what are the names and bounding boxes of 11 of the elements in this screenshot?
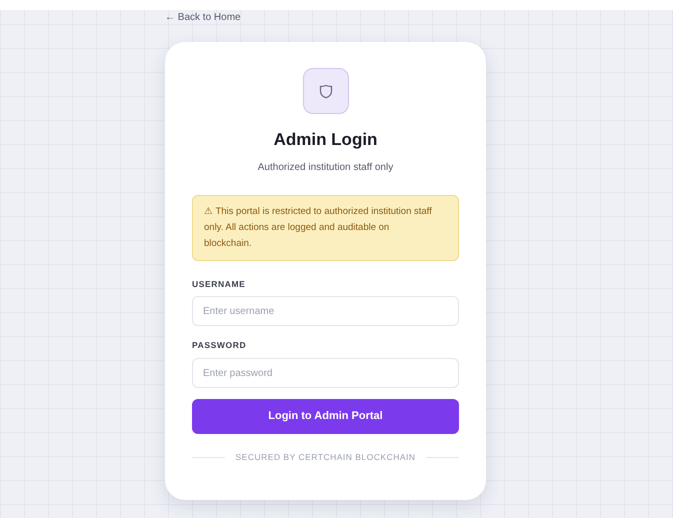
- username-field[interactable]: Enter username: [192, 296, 459, 326]
- warning-notice: ⚠ This portal is restricted to authorized institution staff only. All actions are logged and auditable on blockchain.: [192, 194, 459, 260]
- login-subtitle: Authorized institution staff only: [258, 160, 394, 174]
- field-label: PASSWORD: [192, 339, 248, 352]
- secured-by-text: SECURED BY CERTCHAIN BLOCKCHAIN: [235, 451, 416, 464]
- shield-icon: [318, 84, 332, 98]
- back-link[interactable]: ← Back to Home: [165, 11, 673, 25]
- login-title: Admin Login: [274, 129, 378, 151]
- login-button[interactable]: Login to Admin Portal: [192, 399, 459, 434]
- field-label: USERNAME: [192, 278, 246, 290]
- password-field[interactable]: Enter password: [192, 358, 459, 388]
